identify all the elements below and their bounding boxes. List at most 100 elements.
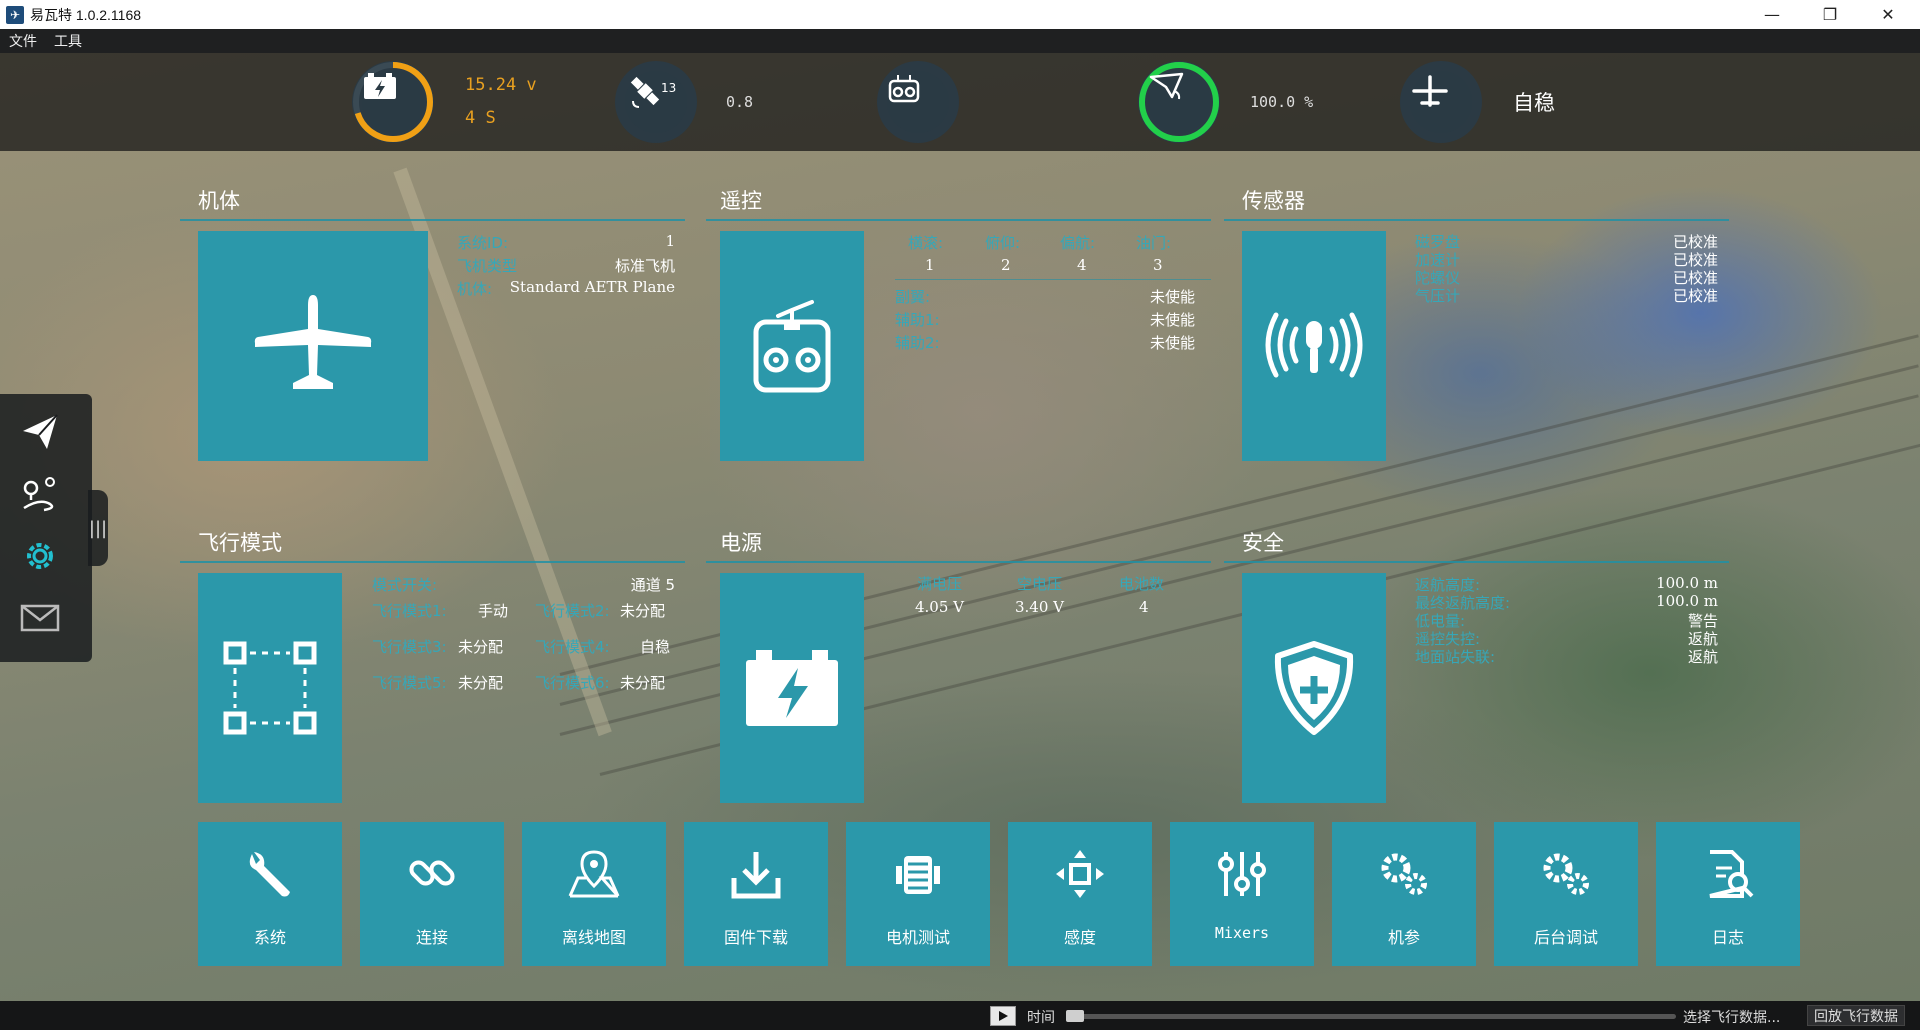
download-icon [684,844,828,904]
gps-gauge: 13 [615,61,697,143]
pitch-channel-value: 2 [1001,256,1011,274]
flight-mode-3-label: 飞行模式3: [372,638,447,656]
full-voltage-value: 4.05 V [915,598,964,616]
empty-voltage-label: 空电压 [1017,575,1063,593]
aircraft-type-value: 标准飞机 [614,257,675,275]
replay-flight-button[interactable]: 回放飞行数据 [1807,1005,1905,1026]
tool-sensitivity-label: 感度 [1063,928,1096,947]
minimize-button[interactable]: — [1743,0,1801,29]
sliders-icon [1170,844,1314,904]
safety-divider [1224,561,1729,563]
link-icon [360,844,504,904]
tool-system-button[interactable]: 系统 [198,822,342,966]
roll-channel-value: 1 [925,256,935,274]
tool-mixers-label: Mixers [1214,924,1270,942]
tool-params-button[interactable]: 机参 [1332,822,1476,966]
flight-modes-divider [180,561,685,563]
tool-firmware-button[interactable]: 固件下载 [684,822,828,966]
yaw-channel-value: 4 [1077,256,1087,274]
yaw-channel-label: 偏航: [1060,234,1096,252]
tool-offline-map-label: 离线地图 [561,928,626,947]
flight-modes-title: 飞行模式 [198,531,282,555]
empty-voltage-value: 3.40 V [1015,598,1064,616]
playback-slider-knob[interactable] [1066,1010,1084,1022]
flight-mode-6-label: 飞行模式6: [535,674,610,692]
battery-charge-icon [746,650,838,726]
battery-cells: 4 S [465,108,496,128]
tool-log-button[interactable]: 日志 [1656,822,1800,966]
tool-connect-label: 连接 [415,928,448,947]
menu-file[interactable]: 文件 [9,31,37,51]
frame-label: 机体: [457,280,493,298]
tool-motor-test-label: 电机测试 [885,928,950,947]
restore-button[interactable]: ❐ [1801,0,1859,29]
flight-mode-2-label: 飞行模式2: [535,602,610,620]
throttle-channel-value: 3 [1153,256,1163,274]
route-map-icon[interactable] [18,472,62,516]
tool-sensitivity-button[interactable]: 感度 [1008,822,1152,966]
flight-mode-label: 自稳 [1513,91,1555,115]
side-dock [0,394,92,662]
app-logo-icon: ✈ [6,5,24,24]
send-icon[interactable] [18,410,62,454]
link-gauge [1138,61,1220,143]
final-rtl-altitude-value: 100.0 m [1656,592,1718,610]
rc-title: 遥控 [720,189,762,213]
flight-mode-5-value: 未分配 [458,674,504,692]
battery-icon [362,71,424,133]
mode-switch-label: 模式开关: [372,576,438,594]
time-label: 时间 [1027,1010,1055,1026]
close-button[interactable]: ✕ [1859,0,1917,29]
aircraft-type-label: 飞机类型 [457,257,518,275]
move-icon [1008,844,1152,904]
motor-icon [846,844,990,904]
gear-icon[interactable] [18,534,62,578]
log-search-icon [1656,844,1800,904]
rc-tile[interactable] [720,231,864,461]
aux2-value: 未使能 [1149,334,1195,352]
tool-params-label: 机参 [1387,928,1420,947]
barometer-label: 气压计 [1415,287,1461,305]
power-title: 电源 [720,531,762,555]
telemetry-icon [1148,71,1210,133]
mail-icon[interactable] [18,596,62,640]
safety-title: 安全 [1242,531,1284,555]
status-bar: 15.24 v 4 S 13 0.8 100.0 % 自稳 [0,53,1920,151]
aileron-label: 副翼: [895,288,931,306]
flight-modes-tile[interactable] [198,573,342,803]
tool-mixers-button[interactable]: Mixers [1170,822,1314,966]
flight-mode-2-value: 未分配 [620,602,666,620]
airframe-tile[interactable] [198,231,428,461]
mode-select-icon [223,641,317,735]
dock-toggle-handle[interactable]: ||| [88,490,108,566]
power-tile[interactable] [720,573,864,803]
satellite-icon [625,71,687,133]
mode-gauge [1400,61,1482,143]
airframe-title: 机体 [198,189,240,213]
flight-mode-6-value: 未分配 [620,674,666,692]
tool-debug-button[interactable]: 后台调试 [1494,822,1638,966]
sensors-tile[interactable] [1242,231,1386,461]
aux1-label: 辅助1: [895,311,940,329]
tool-motor-test-button[interactable]: 电机测试 [846,822,990,966]
link-quality: 100.0 % [1250,93,1314,111]
tool-connect-button[interactable]: 连接 [360,822,504,966]
tool-log-label: 日志 [1711,928,1744,947]
menu-tools[interactable]: 工具 [54,31,82,51]
system-id-value: 1 [665,232,675,250]
rc-gauge [877,61,959,143]
select-flight-data[interactable]: 选择飞行数据... [1683,1007,1780,1027]
airframe-divider [180,219,685,221]
safety-tile[interactable] [1242,573,1386,803]
tool-offline-map-button[interactable]: 离线地图 [522,822,666,966]
rtl-altitude-value: 100.0 m [1656,574,1718,592]
flight-mode-5-label: 飞行模式5: [372,674,447,692]
frame-value: Standard AETR Plane [509,278,675,296]
flight-mode-4-label: 飞行模式4: [535,638,610,656]
battery-gauge [352,61,434,143]
playback-slider[interactable] [1068,1014,1676,1019]
flight-mode-1-value: 手动 [478,602,509,620]
sensors-divider [1224,219,1729,221]
play-button[interactable] [990,1006,1016,1026]
cell-count-label: 电池数 [1119,575,1165,593]
